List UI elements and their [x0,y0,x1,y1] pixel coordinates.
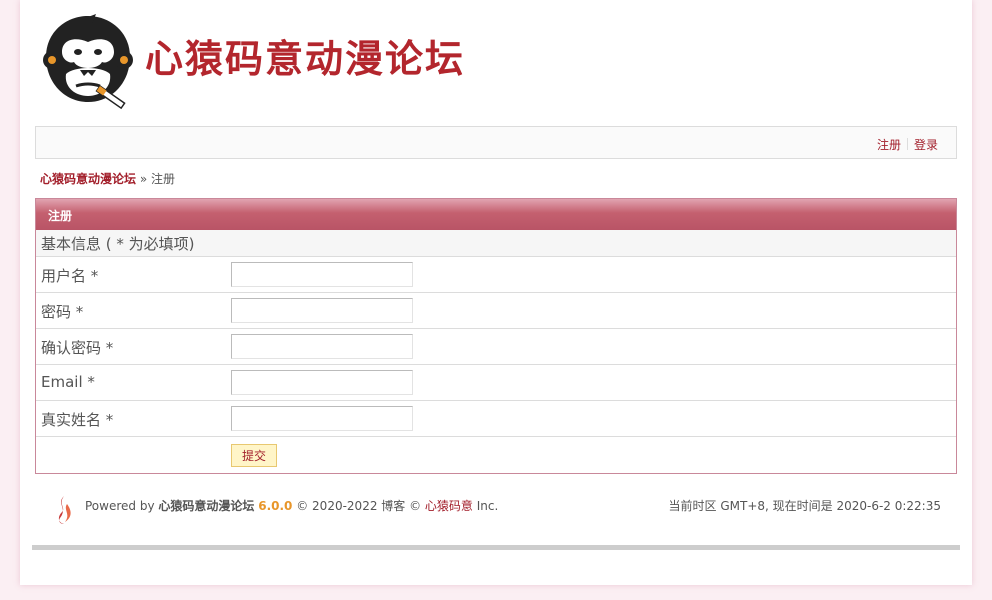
footer-copyright: © 2020-2022 博客 © [296,499,422,513]
footer-company-link[interactable]: 心猿码意 [425,499,473,513]
header: 心猿码意动漫论坛 [20,0,972,125]
form-section-header: 基本信息 ( * 为必填项) [36,230,956,257]
real-name-label: 真实姓名 * [41,411,114,429]
site-logo-text[interactable]: 心猿码意动漫论坛 [145,28,465,83]
breadcrumb-separator: » [139,172,148,186]
confirm-password-input[interactable] [231,334,413,359]
page-container: 心猿码意动漫论坛 注册 登录 心猿码意动漫论坛 » 注册 注册 基本信息 ( * … [20,0,972,585]
form-row-password: 密码 * [36,293,956,329]
user-links: 注册 登录 [877,136,938,153]
form-row-submit: 提交 [36,437,956,473]
username-input[interactable] [231,262,413,287]
footer-version: 6.0.0 [258,499,293,513]
register-link[interactable]: 注册 [877,138,901,152]
submit-button[interactable]: 提交 [231,444,277,467]
form-row-email: Email * [36,365,956,401]
footer-inc: Inc. [476,499,499,513]
breadcrumb: 心猿码意动漫论坛 » 注册 [40,170,175,187]
email-input[interactable] [231,370,413,395]
top-navbar: 注册 登录 [35,126,957,159]
gorilla-logo-icon[interactable] [40,12,136,112]
link-divider [906,138,908,150]
section-label: 基本信息 ( * 为必填项) [41,235,195,253]
form-row-real-name: 真实姓名 * [36,401,956,437]
username-label: 用户名 * [41,267,99,285]
flame-logo-icon [58,496,71,524]
panel-title: 注册 [36,199,956,230]
form-row-username: 用户名 * [36,257,956,293]
breadcrumb-home-link[interactable]: 心猿码意动漫论坛 [40,172,136,186]
password-input[interactable] [231,298,413,323]
footer-timezone: 当前时区 GMT+8, 现在时间是 2020-6-2 0:22:35 [668,499,941,513]
powered-by-text: Powered by [85,499,155,513]
real-name-input[interactable] [231,406,413,431]
breadcrumb-current: 注册 [151,172,176,186]
password-label: 密码 * [41,303,84,321]
login-link[interactable]: 登录 [914,138,938,152]
confirm-password-label: 确认密码 * [41,339,114,357]
footer-powered-by: Powered by 心猿码意动漫论坛 6.0.0 © 2020-2022 博客… [85,497,498,514]
footer: Powered by 心猿码意动漫论坛 6.0.0 © 2020-2022 博客… [32,480,960,550]
register-form-panel: 注册 基本信息 ( * 为必填项) 用户名 * 密码 * 确认密码 * Emai… [35,198,957,474]
footer-site-name[interactable]: 心猿码意动漫论坛 [158,499,254,513]
email-label: Email * [41,373,95,391]
form-row-confirm-password: 确认密码 * [36,329,956,365]
